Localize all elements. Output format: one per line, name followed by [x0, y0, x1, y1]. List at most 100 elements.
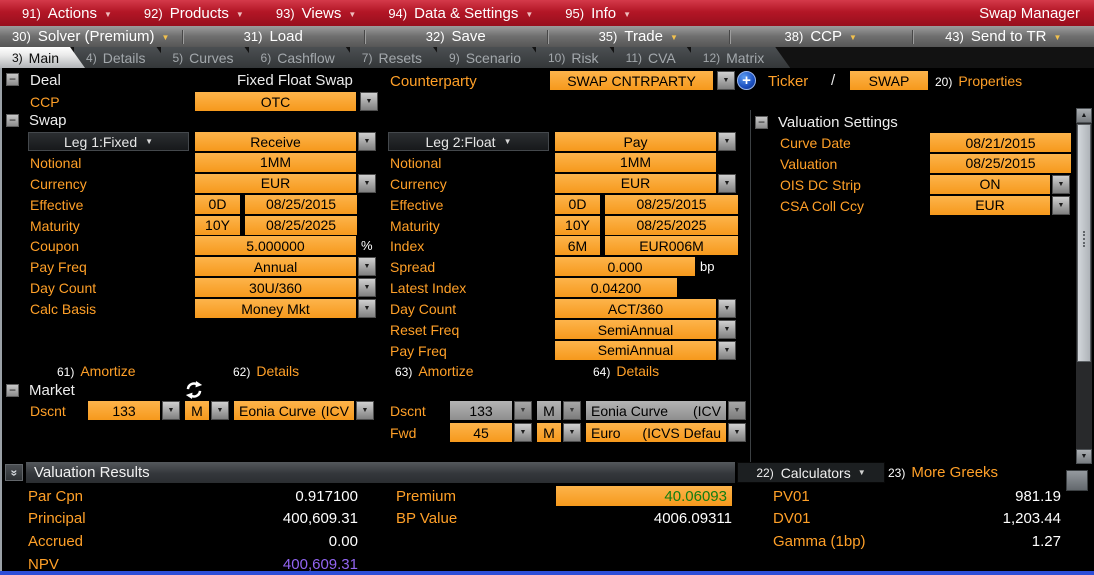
field-value[interactable]: 0D — [555, 195, 600, 214]
collapse-valuation-settings-icon[interactable]: − — [755, 116, 768, 129]
dropdown-button[interactable]: ▼ — [358, 174, 376, 193]
ccp-field[interactable]: OTC — [195, 92, 356, 111]
field-value[interactable]: 08/21/2015 — [930, 133, 1071, 152]
tab-resets[interactable]: 7)Resets — [350, 47, 448, 68]
vertical-scrollbar[interactable]: ▲ ▼ — [1076, 108, 1092, 464]
field-value[interactable]: 08/25/2025 — [605, 216, 738, 235]
field-value[interactable]: 1MM — [195, 153, 356, 172]
field-value[interactable]: 10Y — [195, 216, 240, 235]
dropdown-button[interactable]: ▼ — [728, 401, 746, 420]
curve-field[interactable]: Eonia Curve(ICV — [586, 401, 726, 420]
field-value[interactable]: ACT/360 — [555, 299, 716, 318]
tab-matrix[interactable]: 12)Matrix — [691, 47, 790, 68]
field-value[interactable]: 08/25/2015 — [245, 195, 357, 214]
field-value[interactable]: SemiAnnual — [555, 320, 716, 339]
dropdown-button[interactable]: ▼ — [1052, 196, 1070, 215]
action-item-trade[interactable]: 35)Trade▼ — [548, 28, 730, 45]
dropdown-button[interactable]: ▼ — [514, 423, 532, 442]
field-value[interactable]: 0.000 — [555, 257, 695, 276]
leg-type-button[interactable]: Leg 2:Float▼ — [388, 132, 549, 151]
leg-type-button[interactable]: Leg 1:Fixed▼ — [28, 132, 189, 151]
scroll-down-button[interactable]: ▼ — [1076, 449, 1092, 464]
action-item-save[interactable]: 32)Save — [365, 28, 547, 45]
add-counterparty-icon[interactable]: + — [737, 71, 756, 90]
counterparty-field[interactable]: SWAP CNTRPARTY — [550, 71, 713, 90]
collapse-swap-icon[interactable]: − — [6, 114, 19, 127]
action-item-load[interactable]: 31)Load — [183, 28, 365, 45]
dropdown-button[interactable]: ▼ — [514, 401, 532, 420]
action-item-ccp[interactable]: 38)CCP▼ — [730, 28, 912, 45]
field-value[interactable]: EUR — [555, 174, 716, 193]
properties-link[interactable]: 20) Properties — [935, 73, 1022, 89]
dropdown-button[interactable]: ▼ — [728, 423, 746, 442]
tab-cashflow[interactable]: 6)Cashflow — [249, 47, 361, 68]
field-value[interactable]: 0D — [195, 195, 240, 214]
menu-item-data-settings[interactable]: 94)Data & Settings▼ — [372, 0, 549, 26]
dropdown-button[interactable]: ▼ — [358, 132, 376, 151]
field-value[interactable]: Receive — [195, 132, 356, 151]
field-value[interactable]: 6M — [555, 236, 600, 255]
field-value[interactable]: 45 — [450, 423, 512, 442]
dropdown-button[interactable]: ▼ — [718, 320, 736, 339]
ticker-field[interactable]: SWAP — [850, 71, 928, 90]
field-value[interactable]: 08/25/2025 — [245, 216, 357, 235]
field-value[interactable]: 1MM — [555, 153, 716, 172]
menu-item-products[interactable]: 92)Products▼ — [128, 0, 260, 26]
tab-details[interactable]: 4)Details — [74, 47, 171, 68]
menu-item-views[interactable]: 93)Views▼ — [260, 0, 372, 26]
field-value[interactable]: 30U/360 — [195, 278, 356, 297]
link-amortize-leg1[interactable]: 61)Amortize — [57, 363, 136, 379]
field-value[interactable]: 10Y — [555, 216, 600, 235]
curve-field[interactable]: Euro(ICVS Defau — [586, 423, 726, 442]
menu-item-actions[interactable]: 91)Actions▼ — [6, 0, 128, 26]
tab-cva[interactable]: 11)CVA — [614, 47, 702, 68]
field-value[interactable]: EUR — [930, 196, 1050, 215]
dropdown-button[interactable]: ▼ — [563, 423, 581, 442]
refresh-icon[interactable] — [183, 380, 205, 400]
dropdown-button[interactable]: ▼ — [563, 401, 581, 420]
field-value[interactable]: Money Mkt — [195, 299, 356, 318]
field-value[interactable]: SemiAnnual — [555, 341, 716, 360]
link-details-leg1[interactable]: 62)Details — [233, 363, 299, 379]
dropdown-button[interactable]: ▼ — [358, 299, 376, 318]
field-value[interactable]: 5.000000 — [195, 236, 356, 255]
field-value[interactable]: 0.04200 — [555, 278, 677, 297]
tab-curves[interactable]: 5)Curves — [161, 47, 260, 68]
field-value[interactable]: 133 — [450, 401, 512, 420]
field-value[interactable]: 08/25/2015 — [930, 154, 1071, 173]
unit-field[interactable]: M — [537, 423, 561, 442]
unit-field[interactable]: M — [537, 401, 561, 420]
link-details-leg2[interactable]: 64)Details — [593, 363, 659, 379]
dropdown-button[interactable]: ▼ — [718, 174, 736, 193]
counterparty-dropdown-button[interactable]: ▼ — [717, 71, 735, 90]
scrollbar-thumb[interactable] — [1077, 124, 1091, 362]
tab-risk[interactable]: 10)Risk — [536, 47, 625, 68]
action-item-send-to-tr[interactable]: 43)Send to TR▼ — [913, 28, 1094, 45]
dropdown-button[interactable]: ▼ — [358, 257, 376, 276]
dropdown-button[interactable]: ▼ — [358, 278, 376, 297]
field-value[interactable]: EUR — [195, 174, 356, 193]
tab-scenario[interactable]: 9)Scenario — [437, 47, 547, 68]
ccp-dropdown-button[interactable]: ▼ — [360, 92, 378, 111]
dropdown-button[interactable]: ▼ — [1052, 175, 1070, 194]
field-value[interactable]: ON — [930, 175, 1050, 194]
link-amortize-leg2[interactable]: 63)Amortize — [395, 363, 474, 379]
collapse-deal-icon[interactable]: − — [6, 73, 19, 86]
dropdown-button[interactable]: ▼ — [718, 341, 736, 360]
field-value[interactable]: 08/25/2015 — [605, 195, 738, 214]
menu-item-info[interactable]: 95)Info▼ — [549, 0, 647, 26]
collapse-market-icon[interactable]: − — [6, 384, 19, 397]
dropdown-button[interactable]: ▼ — [718, 132, 736, 151]
more-greeks-link[interactable]: 23) More Greeks — [888, 464, 998, 481]
field-value[interactable]: Annual — [195, 257, 356, 276]
chevron-down-icon: ▼ — [236, 10, 244, 19]
action-item-solver-premium[interactable]: 30)Solver (Premium)▼ — [0, 28, 182, 45]
collapse-results-button[interactable]: » — [5, 464, 23, 481]
premium-field[interactable]: 40.06093 — [556, 486, 732, 506]
field-value[interactable]: EUR006M — [605, 236, 738, 255]
scroll-up-button[interactable]: ▲ — [1076, 108, 1092, 123]
dropdown-button[interactable]: ▼ — [718, 299, 736, 318]
field-value[interactable]: Pay — [555, 132, 716, 151]
calculators-button[interactable]: 22) Calculators ▼ — [737, 462, 885, 483]
tab-main[interactable]: 3)Main — [0, 47, 85, 68]
